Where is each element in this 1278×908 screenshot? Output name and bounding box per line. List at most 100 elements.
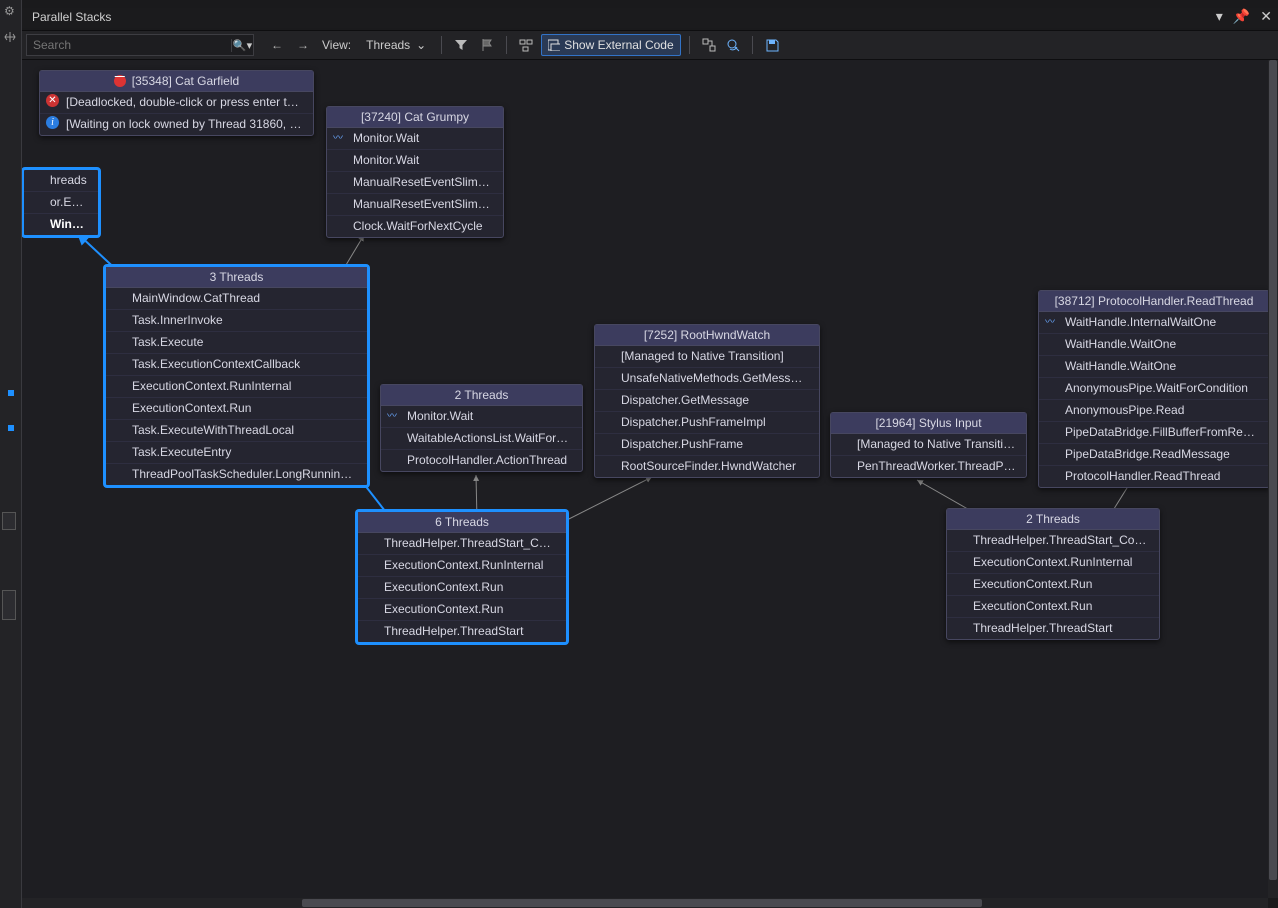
frame-row[interactable]: Window.Buy [24, 213, 98, 235]
frame-row[interactable]: ProtocolHandler.ReadThread [1039, 465, 1269, 487]
search-input[interactable] [27, 38, 231, 52]
zoom-icon[interactable] [722, 34, 744, 56]
frame-text: [Waiting on lock owned by Thread 31860, … [66, 117, 313, 131]
frame-row[interactable]: ExecutionContext.Run [358, 576, 566, 598]
frame-text: WaitHandle.InternalWaitOne [1065, 315, 1216, 329]
scrollbar-thumb[interactable] [1269, 60, 1277, 880]
frame-row[interactable]: Task.ExecutionContextCallback [106, 353, 367, 375]
scrollbar-thumb[interactable] [302, 899, 982, 907]
minimize-panel-icon[interactable]: ▾ [1216, 8, 1223, 25]
stack-node-2threads-b[interactable]: 2 Threads ThreadHelper.ThreadStart_Conte… [946, 508, 1160, 640]
frame-row[interactable]: Task.ExecuteWithThreadLocal [106, 419, 367, 441]
panel-title-text: Parallel Stacks [32, 10, 111, 24]
frame-row[interactable]: Clock.WaitForNextCycle [327, 215, 503, 237]
nav-forward-button[interactable]: → [292, 34, 314, 56]
stack-node-roothwnd[interactable]: [7252] RootHwndWatch [Managed to Native … [594, 324, 820, 478]
left-gutter: ⚙ [0, 0, 22, 908]
flag-icon[interactable] [476, 34, 498, 56]
frame-row[interactable]: ThreadHelper.ThreadStart [358, 620, 566, 642]
node-header[interactable]: [35348] Cat Garfield [40, 71, 313, 92]
frame-row[interactable]: ExecutionContext.Run [106, 397, 367, 419]
stack-node-2threads-a[interactable]: 2 Threads 〰Monitor.Wait WaitableActionsL… [380, 384, 583, 472]
gear-icon[interactable]: ⚙ [4, 4, 15, 18]
frame-row[interactable]: 〰Monitor.Wait [327, 128, 503, 149]
frame-row[interactable]: ThreadHelper.ThreadStart_Context [358, 533, 566, 554]
frame-row[interactable]: WaitHandle.WaitOne [1039, 355, 1269, 377]
separator [506, 36, 507, 54]
nav-back-button[interactable]: ← [266, 34, 288, 56]
node-header[interactable]: 2 Threads [947, 509, 1159, 530]
frame-row[interactable]: ProtocolHandler.ActionThread [381, 449, 582, 471]
drag-handle-icon[interactable] [3, 30, 17, 44]
show-external-code-toggle[interactable]: Show External Code [541, 34, 680, 56]
vertical-scrollbar[interactable] [1268, 60, 1278, 898]
frame-row[interactable]: ThreadHelper.ThreadStart [947, 617, 1159, 639]
stop-icon [114, 75, 126, 87]
node-header[interactable]: 3 Threads [106, 267, 367, 288]
frame-row[interactable]: ExecutionContext.Run [947, 595, 1159, 617]
node-header[interactable]: 6 Threads [358, 512, 566, 533]
stack-node-3threads[interactable]: 3 Threads MainWindow.CatThread Task.Inne… [104, 265, 369, 487]
frame-row[interactable]: Dispatcher.PushFrameImpl [595, 411, 819, 433]
node-header[interactable]: 2 Threads [381, 385, 582, 406]
filter-icon[interactable] [450, 34, 472, 56]
frame-row[interactable]: AnonymousPipe.WaitForCondition [1039, 377, 1269, 399]
frame-row[interactable]: [Managed to Native Transition] [831, 434, 1026, 455]
frame-row[interactable]: or.Enter [24, 191, 98, 213]
frame-row[interactable]: ExecutionContext.RunInternal [106, 375, 367, 397]
frame-row[interactable]: RootSourceFinder.HwndWatcher [595, 455, 819, 477]
frame-row[interactable]: AnonymousPipe.Read [1039, 399, 1269, 421]
save-icon[interactable] [761, 34, 783, 56]
node-header[interactable]: [37240] Cat Grumpy [327, 107, 503, 128]
frame-row[interactable]: [Managed to Native Transition] [595, 346, 819, 367]
node-title: 2 Threads [1026, 512, 1080, 526]
horizontal-scrollbar[interactable] [22, 898, 1268, 908]
frame-row[interactable]: hreads [24, 170, 98, 191]
frame-group-icon[interactable] [515, 34, 537, 56]
frame-row[interactable]: Dispatcher.GetMessage [595, 389, 819, 411]
frame-row[interactable]: ExecutionContext.Run [358, 598, 566, 620]
frame-row[interactable]: ManualResetEventSlim.Wait [327, 193, 503, 215]
node-header[interactable]: [7252] RootHwndWatch [595, 325, 819, 346]
frame-row[interactable]: Monitor.Wait [327, 149, 503, 171]
frame-row[interactable]: MainWindow.CatThread [106, 288, 367, 309]
frame-row[interactable]: ExecutionContext.RunInternal [947, 551, 1159, 573]
stack-node-6threads[interactable]: 6 Threads ThreadHelper.ThreadStart_Conte… [356, 510, 568, 644]
frame-row[interactable]: WaitableActionsList.WaitForData [381, 427, 582, 449]
frame-row[interactable]: ✕ [Deadlocked, double-click or press ent… [40, 92, 313, 113]
frame-row[interactable]: Task.ExecuteEntry [106, 441, 367, 463]
stack-node-stylus[interactable]: [21964] Stylus Input [Managed to Native … [830, 412, 1027, 478]
frame-row[interactable]: 〰Monitor.Wait [381, 406, 582, 427]
view-dropdown[interactable]: Threads ⌄ [359, 35, 433, 55]
pin-icon[interactable]: 📌 [1233, 8, 1250, 25]
frame-row[interactable]: ExecutionContext.RunInternal [358, 554, 566, 576]
frame-row[interactable]: ExecutionContext.Run [947, 573, 1159, 595]
node-header[interactable]: [21964] Stylus Input [831, 413, 1026, 434]
stack-node-garfield[interactable]: [35348] Cat Garfield ✕ [Deadlocked, doub… [39, 70, 314, 136]
frame-row[interactable]: 〰WaitHandle.InternalWaitOne [1039, 312, 1269, 333]
frame-row[interactable]: Task.InnerInvoke [106, 309, 367, 331]
separator [689, 36, 690, 54]
frame-row[interactable]: PipeDataBridge.ReadMessage [1039, 443, 1269, 465]
frame-row[interactable]: ThreadPoolTaskScheduler.LongRunningThre.… [106, 463, 367, 485]
frame-text: Monitor.Wait [407, 409, 473, 423]
stack-node-partial[interactable]: hreads or.Enter Window.Buy [22, 168, 100, 237]
close-icon[interactable]: ✕ [1260, 8, 1272, 25]
frame-row[interactable]: Dispatcher.PushFrame [595, 433, 819, 455]
frame-row[interactable]: i [Waiting on lock owned by Thread 31860… [40, 113, 313, 135]
stack-node-grumpy[interactable]: [37240] Cat Grumpy 〰Monitor.Wait Monitor… [326, 106, 504, 238]
node-title: 2 Threads [455, 388, 509, 402]
node-header[interactable]: [38712] ProtocolHandler.ReadThread [1039, 291, 1269, 312]
search-box[interactable]: 🔍▾ [26, 34, 254, 56]
diagram-canvas[interactable]: [35348] Cat Garfield ✕ [Deadlocked, doub… [22, 60, 1278, 898]
stack-node-protocolhandler[interactable]: [38712] ProtocolHandler.ReadThread 〰Wait… [1038, 290, 1270, 488]
frame-row[interactable]: UnsafeNativeMethods.GetMessageW [595, 367, 819, 389]
frame-row[interactable]: PipeDataBridge.FillBufferFromReadPipe [1039, 421, 1269, 443]
frame-row[interactable]: PenThreadWorker.ThreadProc [831, 455, 1026, 477]
frame-row[interactable]: WaitHandle.WaitOne [1039, 333, 1269, 355]
frame-row[interactable]: ThreadHelper.ThreadStart_Context [947, 530, 1159, 551]
frame-row[interactable]: ManualResetEventSlim.Wait [327, 171, 503, 193]
autoarrange-icon[interactable] [698, 34, 720, 56]
search-icon[interactable]: 🔍▾ [231, 39, 253, 52]
frame-row[interactable]: Task.Execute [106, 331, 367, 353]
